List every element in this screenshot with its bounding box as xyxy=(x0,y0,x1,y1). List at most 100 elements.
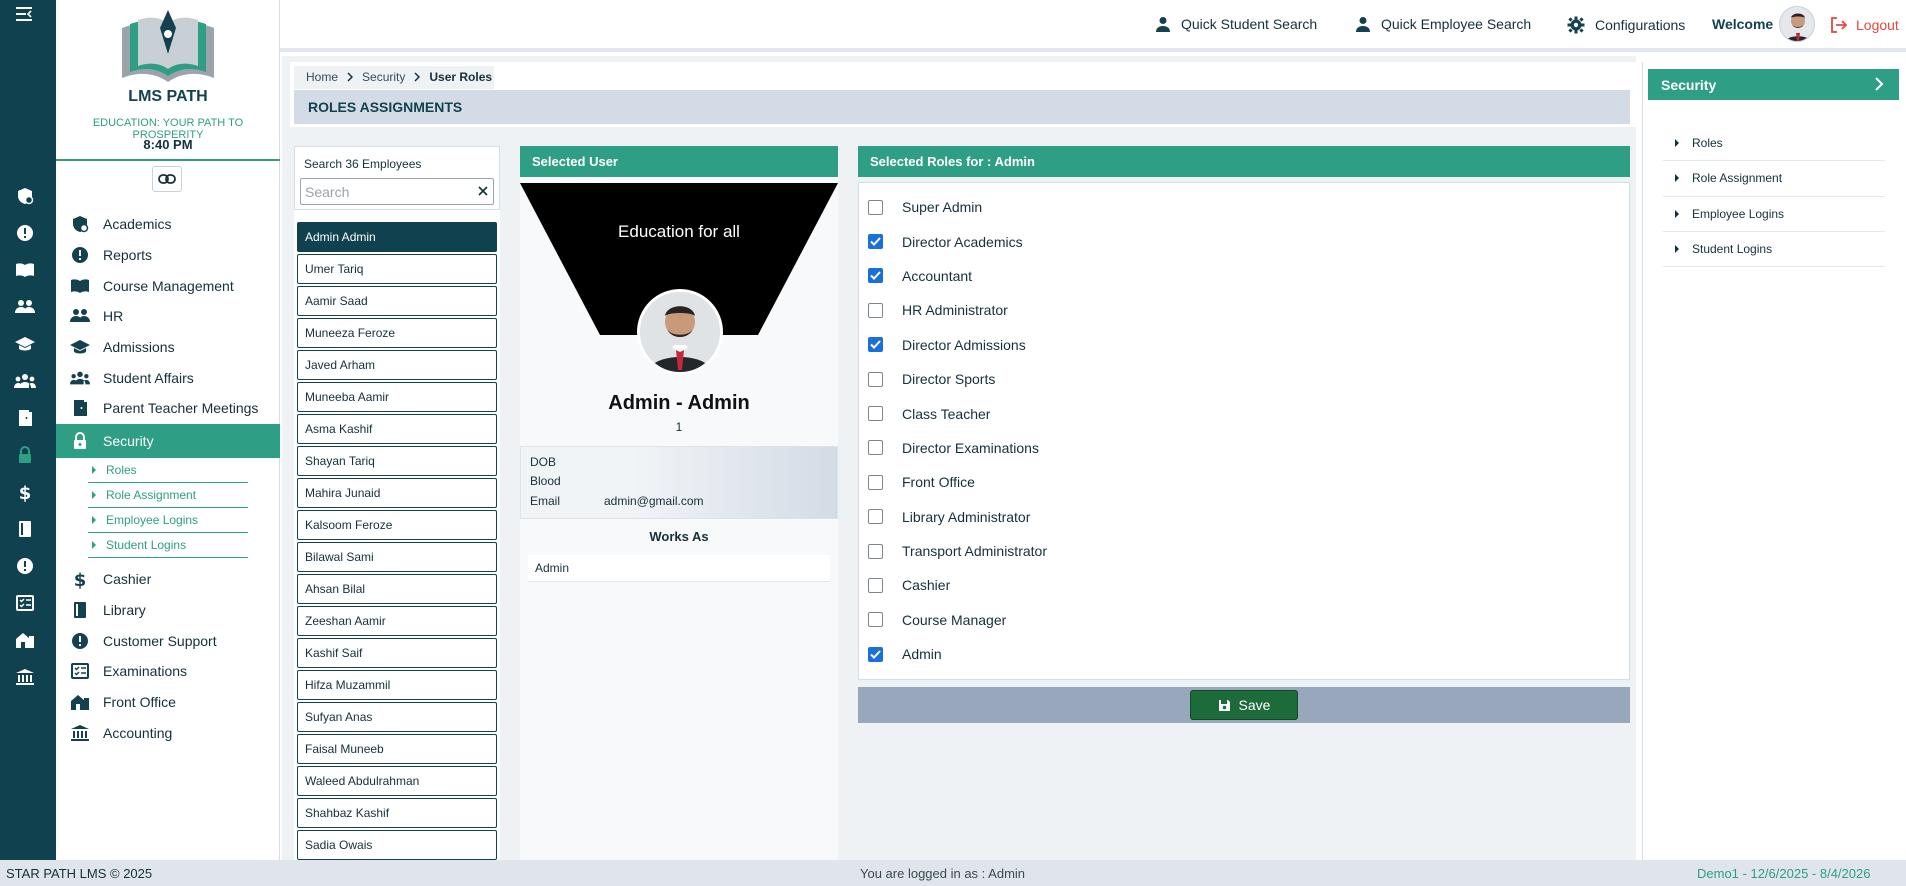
checkbox-unchecked[interactable] xyxy=(868,474,883,490)
academics-icon[interactable] xyxy=(14,185,36,207)
role-item[interactable]: Transport Administrator xyxy=(868,534,1047,568)
user-name: Admin - Admin xyxy=(608,392,750,414)
right-panel-item-role-assignment[interactable]: Role Assignment xyxy=(1663,161,1885,197)
checkbox-unchecked[interactable] xyxy=(868,612,883,628)
sidebar-item-library[interactable]: Library xyxy=(56,595,280,626)
sidebar-item-admissions[interactable]: Admissions xyxy=(56,332,280,363)
sidebar-item-academics[interactable]: Academics xyxy=(56,209,280,240)
role-item[interactable]: Admin xyxy=(868,637,1047,671)
role-item[interactable]: Director Admissions xyxy=(868,328,1047,362)
breadcrumb-security[interactable]: Security xyxy=(362,70,405,84)
role-item[interactable]: Cashier xyxy=(868,568,1047,602)
quick-employee-search-button[interactable]: Quick Employee Search xyxy=(1355,16,1531,32)
employee-item[interactable]: Shayan Tariq xyxy=(297,446,497,476)
checkbox-checked[interactable] xyxy=(868,646,883,662)
sidebar-item-student-affairs[interactable]: Student Affairs xyxy=(56,362,280,393)
submenu-item-student-logins[interactable]: Student Logins xyxy=(88,533,248,558)
building-icon[interactable] xyxy=(14,629,36,651)
right-panel-item-roles[interactable]: Roles xyxy=(1663,126,1885,162)
checkbox-checked[interactable] xyxy=(868,268,883,284)
role-item[interactable]: Director Examinations xyxy=(868,431,1047,465)
sidebar-item-course-management[interactable]: Course Management xyxy=(56,270,280,301)
quick-student-search-button[interactable]: Quick Student Search xyxy=(1155,16,1317,32)
link-button[interactable] xyxy=(152,166,182,192)
sidebar-item-security[interactable]: Security xyxy=(56,423,280,458)
right-panel-item-student-logins[interactable]: Student Logins xyxy=(1663,232,1885,268)
checkbox-unchecked[interactable] xyxy=(868,543,883,559)
menu-collapse-icon[interactable] xyxy=(14,6,34,22)
role-item[interactable]: Front Office xyxy=(868,465,1047,499)
right-panel-header[interactable]: Security xyxy=(1648,69,1899,100)
avatar[interactable] xyxy=(1779,6,1815,42)
role-item[interactable]: Director Academics xyxy=(868,224,1047,258)
dollar-icon[interactable]: $ xyxy=(14,481,36,503)
role-item[interactable]: Accountant xyxy=(868,259,1047,293)
employee-item[interactable]: Aamir Saad xyxy=(297,286,497,316)
reports-icon[interactable] xyxy=(14,222,36,244)
checkbox-unchecked[interactable] xyxy=(868,440,883,456)
breadcrumb-home[interactable]: Home xyxy=(306,70,338,84)
support-icon[interactable] xyxy=(14,555,36,577)
role-item[interactable]: Library Administrator xyxy=(868,500,1047,534)
employee-item[interactable]: Javed Arham xyxy=(297,350,497,380)
checkbox-unchecked[interactable] xyxy=(868,509,883,525)
sidebar-item-hr[interactable]: HR xyxy=(56,301,280,332)
employee-item[interactable]: Kalsoom Feroze xyxy=(297,510,497,540)
employee-item[interactable]: Asma Kashif xyxy=(297,414,497,444)
logout-button[interactable]: Logout xyxy=(1830,16,1899,34)
employee-item[interactable]: Sadia Owais xyxy=(297,830,497,860)
checkbox-unchecked[interactable] xyxy=(868,199,883,215)
submenu-item-role-assignment[interactable]: Role Assignment xyxy=(88,483,248,508)
sidebar-item-customer-support[interactable]: Customer Support xyxy=(56,625,280,656)
right-panel-item-employee-logins[interactable]: Employee Logins xyxy=(1663,197,1885,232)
checkbox-unchecked[interactable] xyxy=(868,371,883,387)
save-button[interactable]: Save xyxy=(1190,690,1298,720)
sidebar-item-reports[interactable]: Reports xyxy=(56,240,280,271)
checkbox-checked[interactable] xyxy=(868,337,883,353)
role-item[interactable]: Super Admin xyxy=(868,190,1047,224)
graduation-cap-icon xyxy=(70,337,90,357)
graduation-cap-icon[interactable] xyxy=(14,333,36,355)
chevron-right-icon[interactable] xyxy=(1874,76,1884,92)
checklist-icon[interactable] xyxy=(14,592,36,614)
sidebar-item-front-office[interactable]: Front Office xyxy=(56,687,280,718)
sidebar-item-cashier[interactable]: $ Cashier xyxy=(56,564,280,595)
employee-item[interactable]: Sufyan Anas xyxy=(297,702,497,732)
library-book-icon[interactable] xyxy=(14,518,36,540)
employee-item[interactable]: Muneeba Aamir xyxy=(297,382,497,412)
role-item[interactable]: HR Administrator xyxy=(868,293,1047,327)
employee-item[interactable]: Ahsan Bilal xyxy=(297,574,497,604)
employee-item[interactable]: Zeeshan Aamir xyxy=(297,606,497,636)
close-icon[interactable] xyxy=(476,184,490,198)
configurations-button[interactable]: Configurations xyxy=(1567,16,1685,34)
group-icon[interactable] xyxy=(14,370,36,392)
sidebar-item-parent-teacher-meetings[interactable]: Parent Teacher Meetings xyxy=(56,393,280,424)
checkbox-unchecked[interactable] xyxy=(868,577,883,593)
checkbox-unchecked[interactable] xyxy=(868,406,883,422)
sidebar-item-accounting[interactable]: Accounting xyxy=(56,717,280,748)
role-item[interactable]: Class Teacher xyxy=(868,396,1047,430)
book-icon[interactable] xyxy=(14,259,36,281)
employee-item[interactable]: Muneeza Feroze xyxy=(297,318,497,348)
lock-icon[interactable] xyxy=(14,444,36,466)
submenu-item-roles[interactable]: Roles xyxy=(88,458,248,483)
employee-item-selected[interactable]: Admin Admin xyxy=(297,222,497,252)
employee-item[interactable]: Bilawal Sami xyxy=(297,542,497,572)
employee-item[interactable]: Umer Tariq xyxy=(297,254,497,284)
checkbox-unchecked[interactable] xyxy=(868,302,883,318)
employee-search-input[interactable] xyxy=(300,178,494,205)
employee-item[interactable]: Kashif Saif xyxy=(297,638,497,668)
employee-item[interactable]: Mahira Junaid xyxy=(297,478,497,508)
checkbox-checked[interactable] xyxy=(868,234,883,250)
sidebar-item-examinations[interactable]: Examinations xyxy=(56,656,280,687)
people-icon[interactable] xyxy=(14,296,36,318)
employee-item[interactable]: Shahbaz Kashif xyxy=(297,798,497,828)
role-item[interactable]: Course Manager xyxy=(868,603,1047,637)
role-item[interactable]: Director Sports xyxy=(868,362,1047,396)
submenu-item-employee-logins[interactable]: Employee Logins xyxy=(88,508,248,533)
door-icon[interactable] xyxy=(14,407,36,429)
employee-item[interactable]: Waleed Abdulrahman xyxy=(297,766,497,796)
bank-icon[interactable] xyxy=(14,666,36,688)
employee-item[interactable]: Faisal Muneeb xyxy=(297,734,497,764)
employee-item[interactable]: Hifza Muzammil xyxy=(297,670,497,700)
